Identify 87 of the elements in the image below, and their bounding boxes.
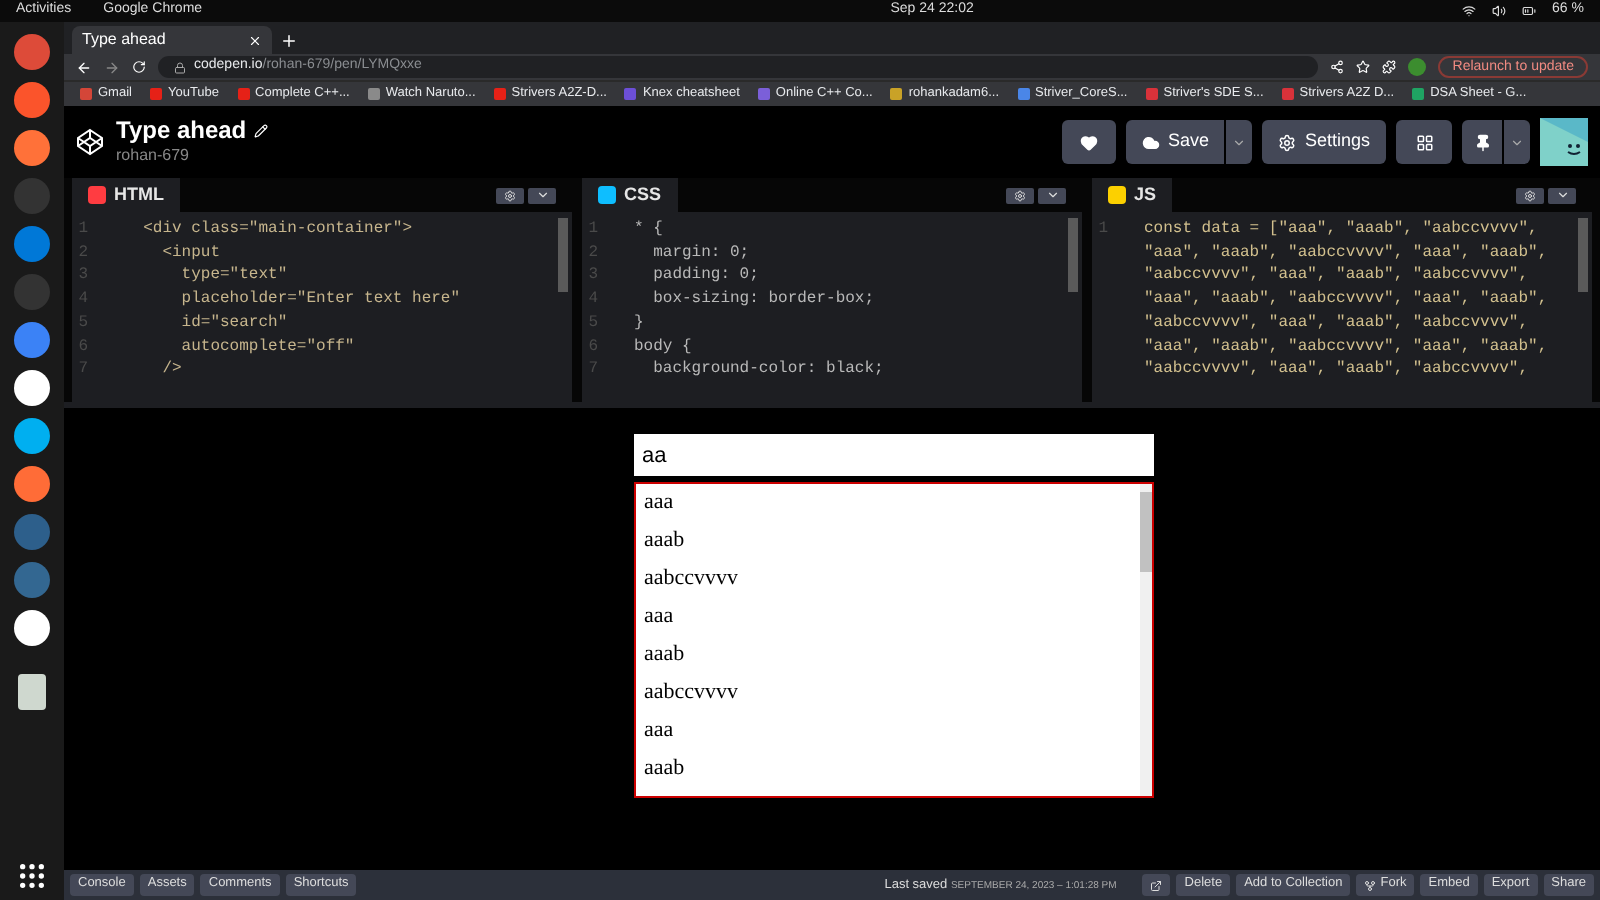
code-line: } [632,311,644,336]
code-line: id="search" [179,311,288,336]
profile-avatar[interactable] [1408,58,1427,76]
caret-icon [1510,135,1524,149]
app-icon[interactable] [14,130,50,166]
user-avatar[interactable] [1540,118,1588,166]
result-item[interactable]: aabccvvvv [644,560,1140,598]
external-link-icon [1150,879,1163,891]
result-item[interactable]: aaab [644,636,1140,674]
settings-icon[interactable] [1006,187,1034,203]
app-grid-icon[interactable] [16,860,48,892]
code-line: * { [632,218,663,242]
editor-tab[interactable]: JS [1092,178,1173,212]
code-line: background-color: black; [651,358,884,382]
result-item[interactable]: aaab [644,522,1140,560]
code-line: type="text" [179,264,288,289]
caret-icon[interactable] [528,187,556,203]
gear-icon [1278,133,1297,151]
code-line: padding: 0; [651,264,759,289]
back-icon[interactable] [76,59,92,75]
app-icon[interactable] [14,466,50,502]
app-icon[interactable] [14,418,50,454]
code-line: body { [632,335,692,359]
settings-button[interactable]: Settings [1262,120,1386,164]
result-item[interactable]: aaa [644,712,1140,750]
caret-icon[interactable] [1038,187,1066,203]
edit-icon[interactable] [254,123,269,137]
share-icon[interactable] [1330,60,1345,74]
tab-title: Type ahead [82,28,166,52]
browser-tab[interactable]: Type ahead [72,26,272,54]
fork-icon [1364,879,1377,891]
editor-label: JS [1134,181,1157,208]
code-line: "aabccvvvv", "aaa", "aaab", "aabccvvvv", [1142,311,1529,336]
code-line: "aabccvvvv", "aaa", "aaab", "aabccvvvv", [1142,358,1529,382]
code-line: <input [160,241,221,265]
editor-tab[interactable]: HTML [72,178,180,212]
code-line: placeholder="Enter text here" [179,288,461,312]
author-name[interactable]: rohan-679 [116,144,269,168]
code-line: "aaa", "aaab", "aabccvvvv", "aaa", "aaab", [1142,288,1548,312]
editor-label: CSS [624,181,662,208]
code-line: "aabccvvvv", "aaa", "aaab", "aabccvvvv", [1142,264,1529,289]
code-line: margin: 0; [651,241,750,265]
app-icon[interactable] [14,370,50,406]
pen-title[interactable]: Type ahead [116,116,247,144]
editor-tab[interactable]: CSS [582,178,678,212]
heart-icon [1079,133,1098,151]
code-line: "aaa", "aaab", "aabccvvvv", "aaa", "aaab", [1142,335,1548,359]
volume-icon[interactable] [1492,4,1507,18]
layout-icon [1415,133,1433,151]
scrollbar[interactable] [558,218,568,292]
result-item[interactable]: aaab [644,750,1140,788]
code-line: const data = ["aaa", "aaab", "aabccvvvv", [1142,218,1538,242]
editor-label: HTML [114,181,164,208]
like-button[interactable] [1061,120,1116,164]
scrollbar[interactable] [1068,218,1078,292]
pin-icon [1473,133,1491,151]
result-item[interactable]: aaa [644,484,1140,522]
caret-icon [1232,135,1247,149]
app-icon[interactable] [14,610,50,646]
pin-button[interactable] [1462,120,1502,164]
settings-icon[interactable] [1516,187,1544,203]
layout-button[interactable] [1396,120,1452,164]
battery-icon[interactable] [1522,4,1537,18]
code-line: autocomplete="off" [179,335,355,359]
code-line: "aaa", "aaab", "aabccvvvv", "aaa", "aaab", [1142,241,1548,265]
code-line: /> [160,358,182,382]
logo-icon [76,128,104,156]
caret-icon[interactable] [1548,187,1576,203]
open-external-button[interactable] [1142,874,1171,896]
result-item[interactable]: aabccvvvv [644,674,1140,712]
settings-icon[interactable] [496,187,524,203]
reload-icon[interactable] [132,60,146,74]
extensions-icon[interactable] [1382,60,1397,74]
result-item[interactable]: aaa [644,598,1140,636]
scrollbar[interactable] [1578,218,1588,292]
code-line: <div class="main-container"> [141,218,413,242]
scrollbar[interactable] [1140,492,1152,572]
search-field[interactable]: aa [634,434,1154,476]
star-icon[interactable] [1356,60,1371,74]
code-line: box-sizing: border-box; [651,288,875,312]
close-icon[interactable] [248,33,262,47]
save-button[interactable]: Save [1125,120,1225,164]
cloud-icon [1141,133,1160,151]
new-tab-icon[interactable] [280,32,298,50]
wifi-icon[interactable] [1462,4,1477,18]
lock-icon [174,61,186,73]
forward-icon[interactable] [104,59,120,75]
